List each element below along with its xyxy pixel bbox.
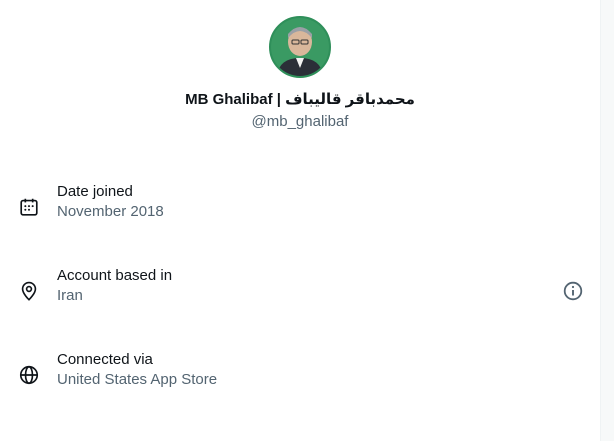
avatar[interactable] xyxy=(269,16,331,78)
profile-photo-icon xyxy=(271,18,329,76)
right-gutter xyxy=(601,0,614,441)
profile-header: MB Ghalibaf | محمدباقر قالیباف @mb_ghali… xyxy=(0,16,600,132)
display-name: MB Ghalibaf | محمدباقر قالیباف xyxy=(185,91,415,108)
location-pin-icon xyxy=(21,281,37,301)
account-based-in-value: Iran xyxy=(57,287,83,304)
date-joined-label: Date joined xyxy=(57,183,133,200)
info-icon[interactable] xyxy=(561,279,585,303)
connected-via-value: United States App Store xyxy=(57,371,218,388)
globe-icon xyxy=(19,365,39,385)
account-based-in-row: Account based in Iran xyxy=(0,266,600,318)
username-handle: @mb_ghalibaf xyxy=(251,113,349,130)
about-account-panel: MB Ghalibaf | محمدباقر قالیباف @mb_ghali… xyxy=(0,0,601,441)
connected-via-label: Connected via xyxy=(57,351,153,368)
date-joined-row: Date joined November 2018 xyxy=(0,182,600,234)
account-based-in-label: Account based in xyxy=(57,267,173,284)
date-joined-value: November 2018 xyxy=(57,203,164,220)
connected-via-row: Connected via United States App Store xyxy=(0,350,600,402)
calendar-icon xyxy=(20,198,38,216)
